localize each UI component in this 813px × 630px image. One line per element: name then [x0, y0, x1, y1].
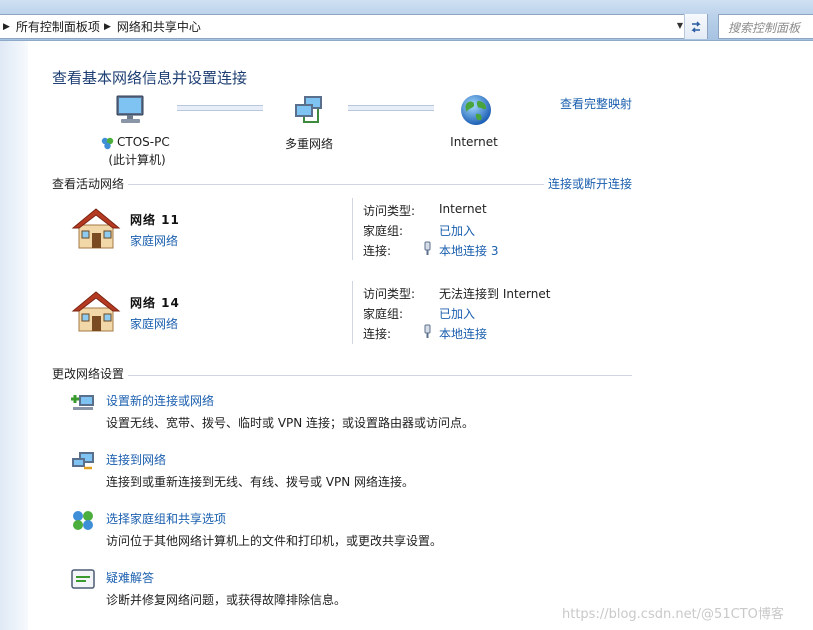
ethernet-plug-icon — [424, 241, 431, 255]
access-type-label: 访问类型: — [363, 204, 416, 218]
access-type-value: 无法连接到 Internet — [439, 287, 551, 301]
computer-icon[interactable] — [114, 94, 148, 126]
access-type-label: 访问类型: — [363, 287, 416, 301]
active-networks-title: 查看活动网络 — [52, 175, 129, 192]
homegroup-joined-link[interactable]: 已加入 — [439, 305, 475, 322]
task-title-link[interactable]: 选择家庭组和共享选项 — [106, 510, 226, 527]
internet-globe-icon[interactable] — [459, 93, 493, 127]
section-divider — [52, 375, 632, 376]
computer-name-label: CTOS-PC — [117, 135, 170, 149]
multiple-networks-icon[interactable] — [292, 94, 326, 126]
network-name: 网络 11 — [130, 213, 180, 227]
breadcrumb-arrow-icon[interactable]: ▶ — [3, 22, 10, 32]
home-network-icon[interactable] — [71, 205, 121, 251]
ethernet-plug-icon — [424, 324, 431, 338]
network-name: 网络 14 — [130, 296, 180, 310]
breadcrumb[interactable]: ▶ 所有控制面板项 ▶ 网络和共享中心 ▼ — [0, 14, 708, 39]
address-toolbar: ▶ 所有控制面板项 ▶ 网络和共享中心 ▼ 搜索控制面板 — [0, 0, 813, 41]
history-dropdown-icon[interactable]: ▼ — [677, 21, 683, 30]
watermark: https://blog.csdn.net/@51CTO博客 — [562, 607, 784, 622]
home-network-icon[interactable] — [71, 288, 121, 334]
connect-disconnect-link[interactable]: 连接或断开连接 — [544, 175, 633, 192]
vertical-divider — [352, 198, 353, 260]
map-connector-line — [348, 105, 434, 111]
task-description: 访问位于其他网络计算机上的文件和打印机，或更改共享设置。 — [106, 534, 443, 548]
vertical-divider — [352, 281, 353, 344]
search-input[interactable]: 搜索控制面板 — [718, 14, 813, 39]
network-type-link[interactable]: 家庭网络 — [130, 232, 178, 249]
homegroup-label: 家庭组: — [363, 307, 404, 321]
connection-link[interactable]: 本地连接 — [439, 325, 487, 342]
breadcrumb-control-panel[interactable]: 所有控制面板项 — [16, 18, 100, 35]
access-type-value: Internet — [439, 202, 487, 216]
new-connection-icon[interactable] — [70, 391, 96, 413]
this-computer-label: (此计算机) — [108, 153, 166, 167]
connect-network-icon[interactable] — [70, 450, 96, 472]
connection-link[interactable]: 本地连接 3 — [439, 242, 498, 259]
breadcrumb-network-center[interactable]: 网络和共享中心 — [117, 18, 201, 35]
connections-label: 连接: — [363, 327, 392, 341]
refresh-button[interactable] — [684, 14, 707, 39]
task-title-link[interactable]: 疑难解答 — [106, 569, 154, 586]
main-content: 查看基本网络信息并设置连接 查看完整映射 CTOS-PC (此计算机) 多重网络… — [28, 41, 813, 630]
left-pane — [0, 41, 28, 630]
multiple-networks-label: 多重网络 — [284, 137, 333, 151]
homegroup-icon[interactable] — [70, 509, 96, 531]
network-shield-icon — [101, 137, 114, 150]
task-description: 诊断并修复网络问题，或获得故障排除信息。 — [106, 593, 347, 607]
troubleshoot-icon[interactable] — [70, 568, 96, 590]
task-description: 设置无线、宽带、拨号、临时或 VPN 连接；或设置路由器或访问点。 — [106, 416, 475, 430]
change-settings-title: 更改网络设置 — [52, 365, 129, 382]
view-full-map-link[interactable]: 查看完整映射 — [560, 95, 632, 112]
refresh-icon — [691, 21, 701, 32]
task-title-link[interactable]: 连接到网络 — [106, 451, 166, 468]
task-title-link[interactable]: 设置新的连接或网络 — [106, 392, 214, 409]
breadcrumb-arrow-icon[interactable]: ▶ — [104, 22, 111, 32]
connections-label: 连接: — [363, 244, 392, 258]
homegroup-label: 家庭组: — [363, 224, 404, 238]
homegroup-joined-link[interactable]: 已加入 — [439, 222, 475, 239]
internet-label: Internet — [450, 135, 498, 149]
network-type-link[interactable]: 家庭网络 — [130, 315, 178, 332]
map-connector-line — [177, 105, 263, 111]
page-title: 查看基本网络信息并设置连接 — [52, 69, 248, 87]
task-description: 连接到或重新连接到无线、有线、拨号或 VPN 网络连接。 — [106, 475, 415, 489]
